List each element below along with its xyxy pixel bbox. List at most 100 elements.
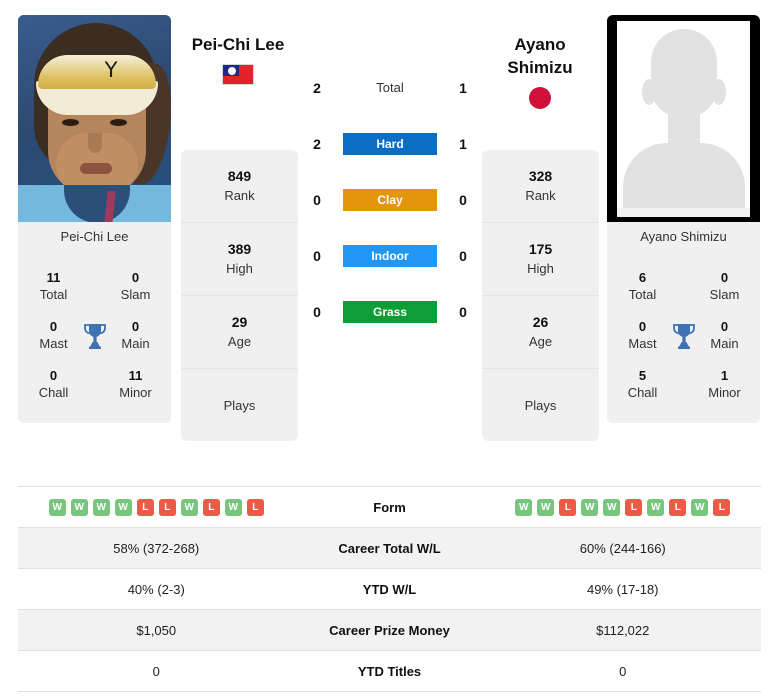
right-titles-main-value: 0	[720, 319, 729, 334]
left-rank-cell: 849 Rank	[181, 150, 298, 223]
form-badge-win: W	[537, 498, 555, 516]
left-titles-slam-label: Slam	[120, 287, 151, 302]
stat-label-ytd-titles: YTD Titles	[357, 663, 422, 679]
left-titles-mast: 0 Mast	[28, 318, 79, 353]
right-titles-chall-value: 5	[638, 368, 647, 383]
right-career-prize-money: $112,022	[596, 622, 650, 638]
right-titles-main-label: Main	[710, 336, 739, 351]
left-titles-chall-label: Chall	[38, 385, 69, 400]
right-titles-mast-value: 0	[638, 319, 647, 334]
left-age-value: 29	[231, 314, 248, 330]
form-badge-win: W	[70, 498, 88, 516]
comparison-top-area: Y Pei-Chi Lee 11 Total 0 Slam 0 Mast 0 M…	[0, 0, 779, 478]
form-badge-win: W	[603, 498, 621, 516]
right-ytd-titles: 0	[619, 663, 627, 679]
surface-row-hard: 2 Hard 1	[300, 116, 480, 172]
form-badge-win: W	[114, 498, 132, 516]
stat-label-form: Form	[373, 499, 406, 515]
left-titles-minor-label: Minor	[119, 385, 152, 400]
right-career-total-wl: 60% (244-166)	[579, 540, 666, 556]
left-trophy-icon	[79, 322, 110, 350]
left-high-cell: 389 High	[181, 223, 298, 296]
left-titles-chall: 0 Chall	[28, 367, 79, 402]
indoor-right-score: 0	[459, 248, 467, 264]
right-age-label: Age	[528, 334, 553, 349]
right-ytd-wl: 49% (17-18)	[586, 581, 659, 597]
form-badge-win: W	[180, 498, 198, 516]
left-titles-slam: 0 Slam	[110, 269, 161, 304]
left-high-label: High	[226, 261, 253, 276]
right-titles-minor-value: 1	[720, 368, 729, 383]
form-badge-loss: L	[669, 498, 687, 516]
stat-label-career-prize-money: Career Prize Money	[329, 622, 450, 638]
right-form-strip: WWLWWLWLWL	[515, 498, 731, 516]
left-titles-chall-value: 0	[49, 368, 58, 383]
stat-row-ytd-wl: 40% (2-3) YTD W/L 49% (17-18)	[18, 569, 761, 610]
visor-brand-icon: Y	[104, 58, 118, 82]
right-titles-mast: 0 Mast	[617, 318, 668, 353]
surface-label-indoor[interactable]: Indoor	[343, 245, 437, 267]
grass-left-score: 0	[313, 304, 321, 320]
taiwan-flag-icon	[222, 64, 254, 85]
right-titles-chall-label: Chall	[627, 385, 658, 400]
surface-row-total: 2 Total 1	[300, 60, 480, 116]
left-titles-minor: 11 Minor	[110, 367, 161, 402]
grass-right-score: 0	[459, 304, 467, 320]
left-titles-slam-value: 0	[131, 270, 140, 285]
left-plays-cell: Plays	[181, 369, 298, 441]
left-titles-mast-value: 0	[49, 319, 58, 334]
form-badge-loss: L	[158, 498, 176, 516]
clay-left-score: 0	[313, 192, 321, 208]
left-career-prize-money: $1,050	[136, 622, 177, 638]
form-badge-win: W	[691, 498, 709, 516]
left-ytd-titles: 0	[152, 663, 160, 679]
right-rank-value: 328	[528, 168, 553, 184]
right-plays-label: Plays	[524, 397, 557, 413]
form-badge-win: W	[581, 498, 599, 516]
left-plays-label: Plays	[223, 397, 256, 413]
right-titles-slam-label: Slam	[709, 287, 740, 302]
stat-row-ytd-titles: 0 YTD Titles 0	[18, 651, 761, 692]
left-titles-main-value: 0	[131, 319, 140, 334]
total-left-score: 2	[313, 80, 321, 96]
form-badge-win: W	[92, 498, 110, 516]
left-titles-main-label: Main	[121, 336, 150, 351]
right-titles-minor: 1 Minor	[699, 367, 750, 402]
left-form-strip: WWWWLLWLWL	[48, 498, 264, 516]
form-badge-loss: L	[625, 498, 643, 516]
right-player-name-line1: Ayano	[514, 35, 566, 54]
right-titles-total-value: 6	[638, 270, 647, 285]
left-titles-total: 11 Total	[28, 269, 79, 304]
form-badge-loss: L	[713, 498, 731, 516]
right-high-label: High	[527, 261, 554, 276]
surface-label-hard[interactable]: Hard	[343, 133, 437, 155]
right-titles-slam-value: 0	[720, 270, 729, 285]
right-high-cell: 175 High	[482, 223, 599, 296]
stat-label-career-total-wl: Career Total W/L	[338, 540, 441, 556]
form-badge-loss: L	[246, 498, 264, 516]
right-age-cell: 26 Age	[482, 296, 599, 369]
left-titles-total-value: 11	[46, 270, 61, 285]
left-meta-card: 849 Rank 389 High 29 Age Plays	[181, 150, 298, 441]
clay-right-score: 0	[459, 192, 467, 208]
head-to-head-surface-column: 2 Total 1 2 Hard 1 0 Clay 0 0 Indoor 0 0	[300, 60, 480, 340]
right-age-value: 26	[532, 314, 549, 330]
surface-label-grass[interactable]: Grass	[343, 301, 437, 323]
left-titles-mast-label: Mast	[39, 336, 68, 351]
hard-right-score: 1	[459, 136, 467, 152]
right-titles-chall: 5 Chall	[617, 367, 668, 402]
surface-row-clay: 0 Clay 0	[300, 172, 480, 228]
stat-row-career-prize-money: $1,050 Career Prize Money $112,022	[18, 610, 761, 651]
surface-label-clay[interactable]: Clay	[343, 189, 437, 211]
left-rank-value: 849	[227, 168, 252, 184]
form-badge-loss: L	[202, 498, 220, 516]
right-titles-mast-label: Mast	[628, 336, 657, 351]
right-trophy-icon	[668, 322, 699, 350]
total-right-score: 1	[459, 80, 467, 96]
right-titles-total: 6 Total	[617, 269, 668, 304]
comparison-stats-table: WWWWLLWLWL Form WWLWWLWLWL 58% (372-268)…	[18, 486, 761, 692]
right-meta-card: 328 Rank 175 High 26 Age Plays	[482, 150, 599, 441]
left-titles-block: 11 Total 0 Slam 0 Mast 0 Main 0 Chall 11…	[18, 252, 171, 423]
form-badge-loss: L	[136, 498, 154, 516]
form-badge-win: W	[515, 498, 533, 516]
